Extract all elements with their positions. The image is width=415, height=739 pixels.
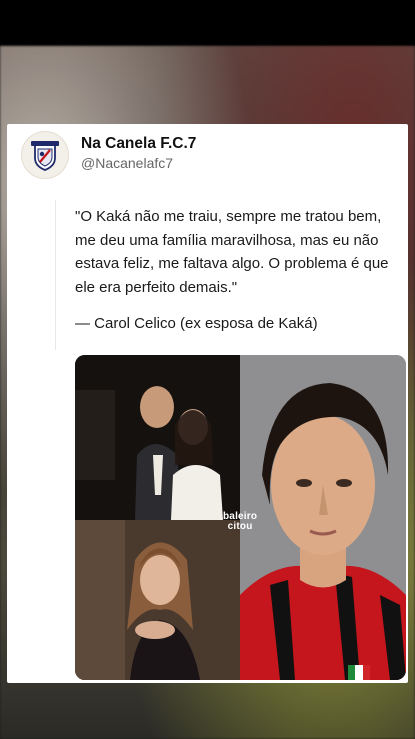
media-watermark: baleiro citou <box>223 512 257 532</box>
account-handle[interactable]: @Nacanelafc7 <box>81 155 173 171</box>
club-crest-icon <box>31 141 59 171</box>
wedding-photo <box>75 355 240 520</box>
watermark-line-2: citou <box>227 521 253 532</box>
tweet-quote: "O Kaká não me traiu, sempre me tratou b… <box>75 208 389 296</box>
thread-line <box>55 200 56 350</box>
status-bar <box>0 0 415 46</box>
display-name[interactable]: Na Canela F.C.7 <box>81 135 196 153</box>
tweet-media[interactable]: baleiro citou <box>75 355 406 680</box>
carol-photo <box>75 520 240 680</box>
tweet-attribution: — Carol Celico (ex esposa de Kaká) <box>75 315 318 332</box>
kaka-portrait-photo <box>240 355 406 680</box>
avatar[interactable] <box>21 131 69 179</box>
